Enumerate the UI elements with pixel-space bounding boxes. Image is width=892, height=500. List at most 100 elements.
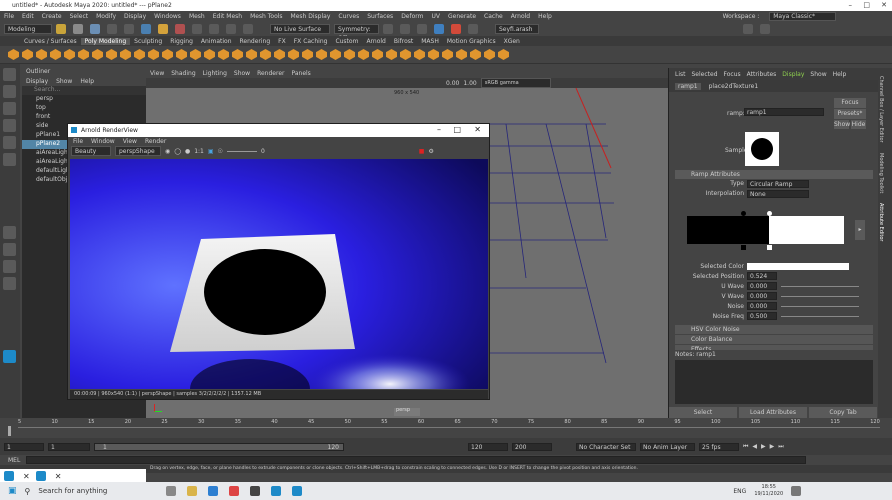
edge-icon[interactable] [208,486,219,496]
extrude-icon[interactable] [204,49,215,60]
select-tool-icon[interactable] [3,68,16,81]
renderview-menu-render[interactable]: Render [145,138,166,145]
v-wave-slider[interactable] [781,296,859,297]
multi-cut-icon[interactable] [288,49,299,60]
show-button[interactable]: Show [834,120,850,129]
close-button[interactable]: ✕ [881,1,887,9]
arnold-render-icon[interactable] [451,24,461,34]
hide-button[interactable]: Hide [851,120,866,129]
fps-dropdown[interactable]: 25 fps [699,442,739,451]
color-space-dropdown[interactable]: sRGB gamma [480,78,551,88]
auto-map-icon[interactable] [442,49,453,60]
stop-render-icon[interactable]: ■ [419,148,425,155]
menu-cache[interactable]: Cache [484,13,503,20]
renderview-minimize-button[interactable]: – [437,125,441,134]
render-refresh-icon[interactable]: ◉ [165,148,170,155]
windows-start-icon[interactable]: ▣ [8,486,17,496]
ramp-type-dropdown[interactable]: Circular Ramp [747,180,809,188]
shelf-tab-curves[interactable]: Curves / Surfaces [20,38,81,45]
maya-taskbar-icon-2[interactable] [292,486,303,496]
menu-arnold[interactable]: Arnold [511,13,530,20]
ae-tab-ramp1[interactable]: ramp1 [675,82,701,90]
u-wave-field[interactable]: 0.000 [747,282,777,290]
outliner-menu-display[interactable]: Display [26,78,48,85]
taskbar-search-box[interactable]: Search for anything [38,487,158,495]
selected-color-swatch[interactable] [747,263,849,270]
shelf-tab-motion-graphics[interactable]: Motion Graphics [443,38,500,45]
move-tool-icon[interactable] [3,119,16,132]
taskbar-clock[interactable]: 18:55 19/11/2020 [754,484,783,498]
ramp-attributes-section[interactable]: Ramp Attributes [675,170,873,179]
shelf-tab-poly-modeling[interactable]: Poly Modeling [80,37,131,45]
poly-cylinder-icon[interactable] [36,49,47,60]
sidebar-toggle-icon[interactable] [743,24,753,34]
ipr-icon[interactable] [400,24,410,34]
ae-menu-selected[interactable]: Selected [692,71,718,78]
reverse-normals-icon[interactable] [498,49,509,60]
save-scene-icon[interactable] [90,24,100,34]
outliner-search-input[interactable]: Search... [22,86,146,95]
fill-hole-icon[interactable] [246,49,257,60]
menu-modify[interactable]: Modify [96,13,116,20]
snap-point-icon[interactable] [226,24,236,34]
target-weld-icon[interactable] [316,49,327,60]
side-tab-channel-box[interactable]: Channel Box / Layer Editor [878,68,884,143]
playback-end-field[interactable]: 120 [468,442,508,451]
zoom-ratio[interactable]: 1:1 [194,148,204,155]
language-indicator[interactable]: ENG [733,488,746,495]
hard-normals-icon[interactable] [484,49,495,60]
ramp-handle-white[interactable] [767,211,772,216]
snap-curve-icon[interactable] [209,24,219,34]
outliner-item-persp[interactable]: persp [22,95,146,104]
scale-tool-icon[interactable] [3,153,16,166]
renderview-close-button[interactable]: ✕ [474,125,481,134]
symmetry-dropdown[interactable]: Symmetry: Off [334,24,379,42]
menu-edit-mesh[interactable]: Edit Mesh [213,13,242,20]
store-icon[interactable] [250,486,261,496]
ramp-handle-black[interactable] [741,211,746,216]
shelf-tab-animation[interactable]: Animation [197,38,236,45]
boolean-icon[interactable] [176,49,187,60]
ramp-color-white[interactable] [769,216,844,244]
ramp-color-black[interactable] [687,216,769,244]
renderview-menu-view[interactable]: View [123,138,137,145]
current-time-marker[interactable] [8,426,11,436]
select-hierarchy-icon[interactable] [141,24,151,34]
slide-icon[interactable] [372,49,383,60]
wedge-icon[interactable] [400,49,411,60]
renderview-menu-file[interactable]: File [73,138,83,145]
outliner-layout-icon[interactable] [3,277,16,290]
rotate-tool-icon[interactable] [3,136,16,149]
menu-select[interactable]: Select [70,13,89,20]
notification-icon[interactable] [791,486,802,496]
menu-mesh-display[interactable]: Mesh Display [291,13,331,20]
ae-menu-focus[interactable]: Focus [724,71,741,78]
exposure-value[interactable]: 0.00 [446,80,459,87]
paint-select-icon[interactable] [3,102,16,115]
mirror-icon[interactable] [190,49,201,60]
file-explorer-icon[interactable] [187,486,198,496]
menu-help[interactable]: Help [538,13,552,20]
play-icon[interactable]: ▶ [761,443,766,450]
planar-map-icon[interactable] [428,49,439,60]
viewport-menu-shading[interactable]: Shading [171,70,195,77]
edge-loop-icon[interactable] [302,49,313,60]
outliner-menu-help[interactable]: Help [80,78,94,85]
platonic-solid-icon[interactable] [106,49,117,60]
side-tab-modeling-toolkit[interactable]: Modeling Toolkit [878,143,884,193]
menu-set-dropdown[interactable]: Modeling [4,24,52,34]
effects-section[interactable]: Effects [675,345,873,350]
separate-icon[interactable] [148,49,159,60]
menu-surfaces[interactable]: Surfaces [367,13,393,20]
mel-label[interactable]: MEL [8,457,20,464]
task-view-icon[interactable] [166,486,177,496]
shelf-tab-xgen[interactable]: XGen [500,38,524,45]
workspace-dropdown[interactable]: Maya Classic* [769,12,836,21]
redo-icon[interactable] [124,24,134,34]
minimize-button[interactable]: – [849,1,853,9]
sequence-render-icon[interactable] [468,24,478,34]
ramp-name-field[interactable]: ramp1 [744,108,824,116]
viewport-menu-lighting[interactable]: Lighting [203,70,227,77]
character-set-dropdown[interactable]: No Character Set [576,442,636,451]
noise-freq-field[interactable]: 0.500 [747,312,777,320]
